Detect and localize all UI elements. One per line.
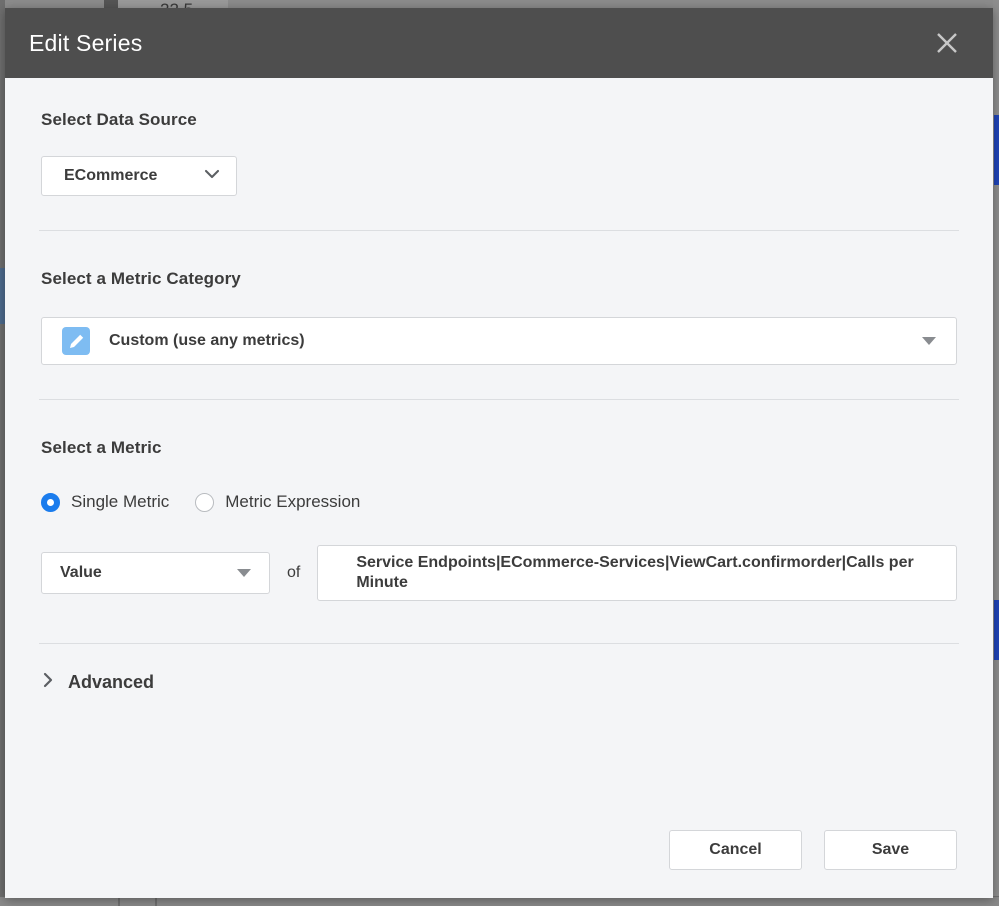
radio-single-metric[interactable]: Single Metric	[41, 492, 169, 512]
edit-series-dialog: Edit Series Select Data Source ECommerce	[5, 8, 993, 898]
radio-selected-icon	[41, 492, 60, 512]
aggregation-value: Value	[60, 564, 102, 581]
chevron-right-icon	[41, 670, 55, 695]
metric-selector-row: Value of Service Endpoints|ECommerce-Ser…	[41, 545, 957, 601]
dialog-body: Select Data Source ECommerce Select a Me…	[5, 78, 993, 898]
pencil-icon	[62, 327, 90, 355]
data-source-label: Select Data Source	[41, 110, 197, 129]
section-metric-category: Select a Metric Category Custom (use any…	[35, 269, 963, 365]
backdrop-chart-line-a	[994, 115, 999, 185]
caret-down-icon	[237, 569, 251, 577]
metric-mode-radio-group: Single Metric Metric Expression	[41, 492, 957, 512]
save-button[interactable]: Save	[824, 830, 957, 870]
data-source-value: ECommerce	[64, 167, 158, 184]
section-advanced: Advanced	[35, 644, 963, 695]
metric-category-select[interactable]: Custom (use any metrics)	[41, 317, 957, 365]
caret-down-icon	[922, 337, 936, 345]
advanced-label: Advanced	[68, 672, 155, 692]
aggregation-select[interactable]: Value	[41, 552, 270, 594]
radio-unselected-icon	[195, 492, 215, 512]
radio-metric-expression-label: Metric Expression	[225, 492, 361, 511]
dialog-title: Edit Series	[29, 29, 143, 56]
chevron-down-icon	[202, 167, 222, 186]
metric-path-field[interactable]: Service Endpoints|ECommerce-Services|Vie…	[317, 545, 957, 601]
backdrop-right-edge	[993, 0, 999, 906]
cancel-button[interactable]: Cancel	[669, 830, 802, 870]
backdrop-chart-line-b	[994, 600, 999, 660]
connector-label: of	[287, 564, 301, 581]
metric-path-value: Service Endpoints|ECommerce-Services|Vie…	[356, 553, 914, 591]
section-metric: Select a Metric Single Metric Metric Exp…	[35, 438, 963, 601]
dialog-footer: Cancel Save	[35, 830, 963, 898]
section-data-source: Select Data Source ECommerce	[35, 78, 963, 196]
dialog-titlebar: Edit Series	[5, 8, 993, 78]
radio-metric-expression[interactable]: Metric Expression	[195, 492, 360, 512]
metric-label: Select a Metric	[41, 438, 162, 457]
metric-category-value: Custom (use any metrics)	[109, 332, 305, 349]
advanced-toggle[interactable]: Advanced	[41, 670, 154, 695]
close-icon[interactable]	[927, 23, 967, 63]
radio-single-metric-label: Single Metric	[71, 492, 170, 511]
data-source-select[interactable]: ECommerce	[41, 156, 237, 196]
metric-category-label: Select a Metric Category	[41, 269, 241, 288]
